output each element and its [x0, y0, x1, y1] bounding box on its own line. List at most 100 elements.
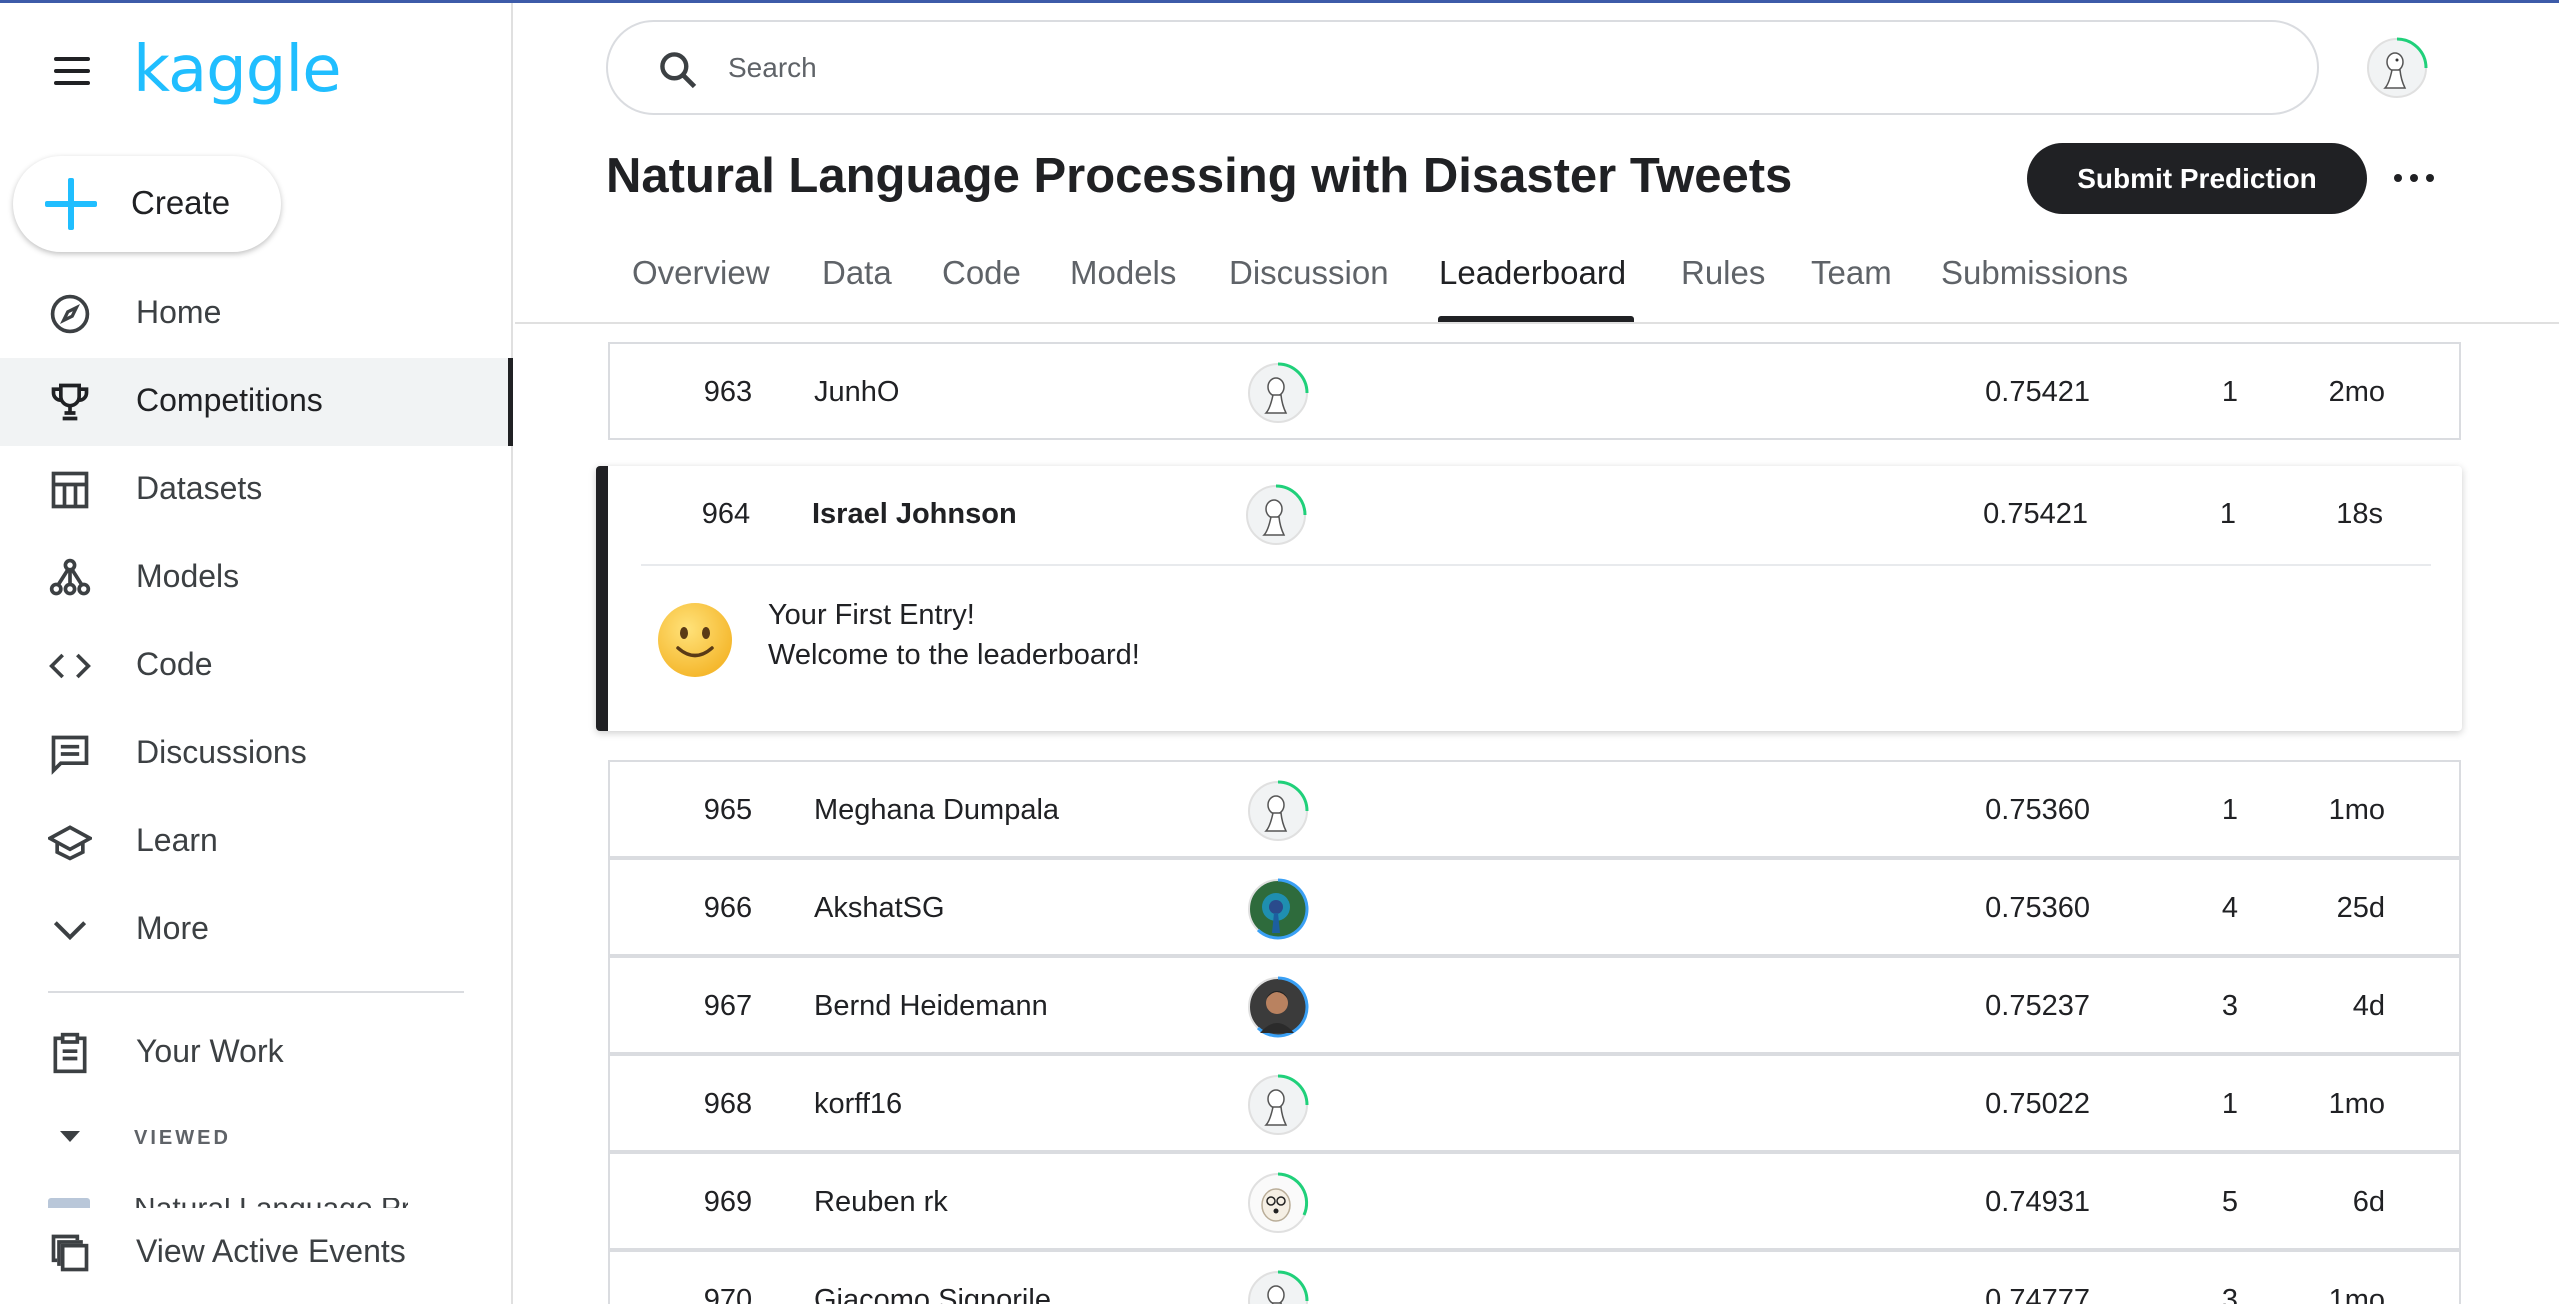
- first-entry-title: Your First Entry!: [768, 599, 975, 631]
- caret-down-icon[interactable]: [60, 1131, 80, 1142]
- sidebar-item-your-work[interactable]: Your Work: [0, 1009, 513, 1097]
- sidebar-item-home[interactable]: Home: [0, 270, 513, 358]
- entries-cell: 1: [2221, 376, 2238, 408]
- tab-data[interactable]: Data: [822, 254, 892, 292]
- sidebar-item-label: Learn: [136, 822, 218, 858]
- last-submission-cell: 1mo: [2328, 1284, 2385, 1304]
- sidebar-item-competitions[interactable]: Competitions: [0, 358, 513, 446]
- table-row[interactable]: 970 Giacomo Signorile 0.74777 3 1mo: [608, 1250, 2461, 1304]
- search-bar[interactable]: [606, 20, 2319, 115]
- sidebar-item-label: Code: [136, 646, 213, 682]
- rank-cell: 966: [703, 892, 753, 924]
- score-cell: 0.74777: [1985, 1284, 2090, 1304]
- search-input[interactable]: [728, 42, 2228, 94]
- compass-icon: [50, 294, 90, 334]
- submit-prediction-button[interactable]: Submit Prediction: [2027, 143, 2367, 214]
- score-cell: 0.75237: [1985, 990, 2090, 1022]
- score-cell: 0.75360: [1985, 794, 2090, 826]
- user-avatar[interactable]: [2365, 36, 2429, 100]
- rank-cell: 969: [703, 1186, 753, 1218]
- team-name-cell[interactable]: JunhO: [814, 376, 899, 409]
- team-name-cell[interactable]: Reuben rk: [814, 1186, 948, 1219]
- trophy-icon: [51, 383, 89, 421]
- hamburger-menu-icon[interactable]: [48, 51, 96, 91]
- tab-leaderboard[interactable]: Leaderboard: [1439, 254, 1626, 292]
- team-name-cell[interactable]: Bernd Heidemann: [814, 990, 1048, 1023]
- team-avatar[interactable]: [1244, 483, 1308, 547]
- first-entry-message: Welcome to the leaderboard!: [768, 639, 1140, 671]
- table-row[interactable]: 967 Bernd Heidemann 0.75237 3 4d: [608, 956, 2461, 1054]
- competition-thumbnail: [48, 1198, 90, 1208]
- viewed-item-label: Natural Language Processing with Disaste…: [134, 1198, 408, 1208]
- view-active-events-label: View Active Events: [136, 1233, 406, 1269]
- sidebar-divider: [48, 991, 464, 993]
- sidebar-item-datasets[interactable]: Datasets: [0, 446, 513, 534]
- sidebar-item-label: More: [136, 910, 209, 946]
- current-user-row[interactable]: 964 Israel Johnson 0.75421 1 18s Your Fi…: [596, 466, 2462, 731]
- tab-code[interactable]: Code: [942, 254, 1021, 292]
- clipboard-icon: [53, 1032, 87, 1074]
- table-row[interactable]: 965 Meghana Dumpala 0.75360 1 1mo: [608, 760, 2461, 858]
- table-row[interactable]: 968 korff16 0.75022 1 1mo: [608, 1054, 2461, 1152]
- last-submission-cell: 6d: [2352, 1186, 2385, 1218]
- kaggle-logo[interactable]: kaggle: [133, 33, 342, 107]
- viewed-section-label: VIEWED: [134, 1127, 231, 1149]
- team-name-cell[interactable]: Israel Johnson: [812, 498, 1017, 531]
- team-avatar[interactable]: [1246, 779, 1310, 843]
- score-cell: 0.75360: [1985, 892, 2090, 924]
- tab-rules[interactable]: Rules: [1681, 254, 1765, 292]
- sidebar-item-more[interactable]: More: [0, 886, 513, 974]
- team-avatar[interactable]: [1246, 1269, 1310, 1304]
- sidebar-item-discussions[interactable]: Discussions: [0, 710, 513, 798]
- team-avatar[interactable]: [1246, 1171, 1310, 1235]
- team-avatar[interactable]: [1246, 975, 1310, 1039]
- score-cell: 0.75421: [1983, 498, 2088, 530]
- rank-cell: 965: [703, 794, 753, 826]
- copy-icon: [51, 1234, 89, 1272]
- school-icon: [48, 825, 92, 861]
- entries-cell: 3: [2221, 990, 2238, 1022]
- team-avatar[interactable]: [1246, 361, 1310, 425]
- last-submission-cell: 1mo: [2328, 1088, 2385, 1120]
- sidebar-item-label: Models: [136, 558, 240, 594]
- comments-icon: [51, 735, 89, 775]
- highlight-bar: [596, 466, 608, 731]
- create-button[interactable]: Create: [13, 156, 281, 252]
- tab-models[interactable]: Models: [1070, 254, 1176, 292]
- page-title: Natural Language Processing with Disaste…: [606, 149, 1793, 203]
- entries-cell: 4: [2221, 892, 2238, 924]
- more-options-icon[interactable]: [2392, 160, 2436, 196]
- sidebar-item-learn[interactable]: Learn: [0, 798, 513, 886]
- team-name-cell[interactable]: AkshatSG: [814, 892, 945, 925]
- team-avatar[interactable]: [1246, 1073, 1310, 1137]
- search-icon: [660, 52, 697, 89]
- score-cell: 0.75022: [1985, 1088, 2090, 1120]
- sidebar-item-label: Your Work: [136, 1033, 284, 1069]
- tab-discussion[interactable]: Discussion: [1229, 254, 1389, 292]
- rank-cell: 963: [703, 376, 753, 408]
- sidebar-item-label: Datasets: [136, 470, 263, 506]
- team-name-cell[interactable]: Meghana Dumpala: [814, 794, 1059, 827]
- sidebar-item-label: Home: [136, 294, 222, 330]
- table-row[interactable]: 969 Reuben rk 0.74931 5 6d: [608, 1152, 2461, 1250]
- table-row[interactable]: 966 AkshatSG 0.75360 4 25d: [608, 858, 2461, 956]
- team-name-cell[interactable]: korff16: [814, 1088, 902, 1121]
- table-icon: [51, 471, 89, 509]
- team-avatar[interactable]: [1246, 877, 1310, 941]
- score-cell: 0.74931: [1985, 1186, 2090, 1218]
- models-icon: [49, 558, 91, 596]
- tab-overview[interactable]: Overview: [632, 254, 770, 292]
- viewed-item[interactable]: Natural Language Processing with Disaste…: [48, 1198, 408, 1208]
- plus-icon: [43, 176, 99, 232]
- view-active-events-button[interactable]: View Active Events: [0, 1213, 513, 1293]
- entries-cell: 1: [2219, 498, 2236, 530]
- sidebar: kaggle Create Home Competitions Datasets…: [0, 3, 513, 1304]
- tab-submissions[interactable]: Submissions: [1941, 254, 2128, 292]
- entries-cell: 5: [2221, 1186, 2238, 1218]
- team-name-cell[interactable]: Giacomo Signorile: [814, 1284, 1051, 1304]
- sidebar-item-models[interactable]: Models: [0, 534, 513, 622]
- tab-team[interactable]: Team: [1811, 254, 1892, 292]
- leaderboard: 963 JunhO 0.75421 1 2mo 964 Israel Johns…: [515, 324, 2559, 1304]
- table-row[interactable]: 963 JunhO 0.75421 1 2mo: [608, 342, 2461, 440]
- sidebar-item-code[interactable]: Code: [0, 622, 513, 710]
